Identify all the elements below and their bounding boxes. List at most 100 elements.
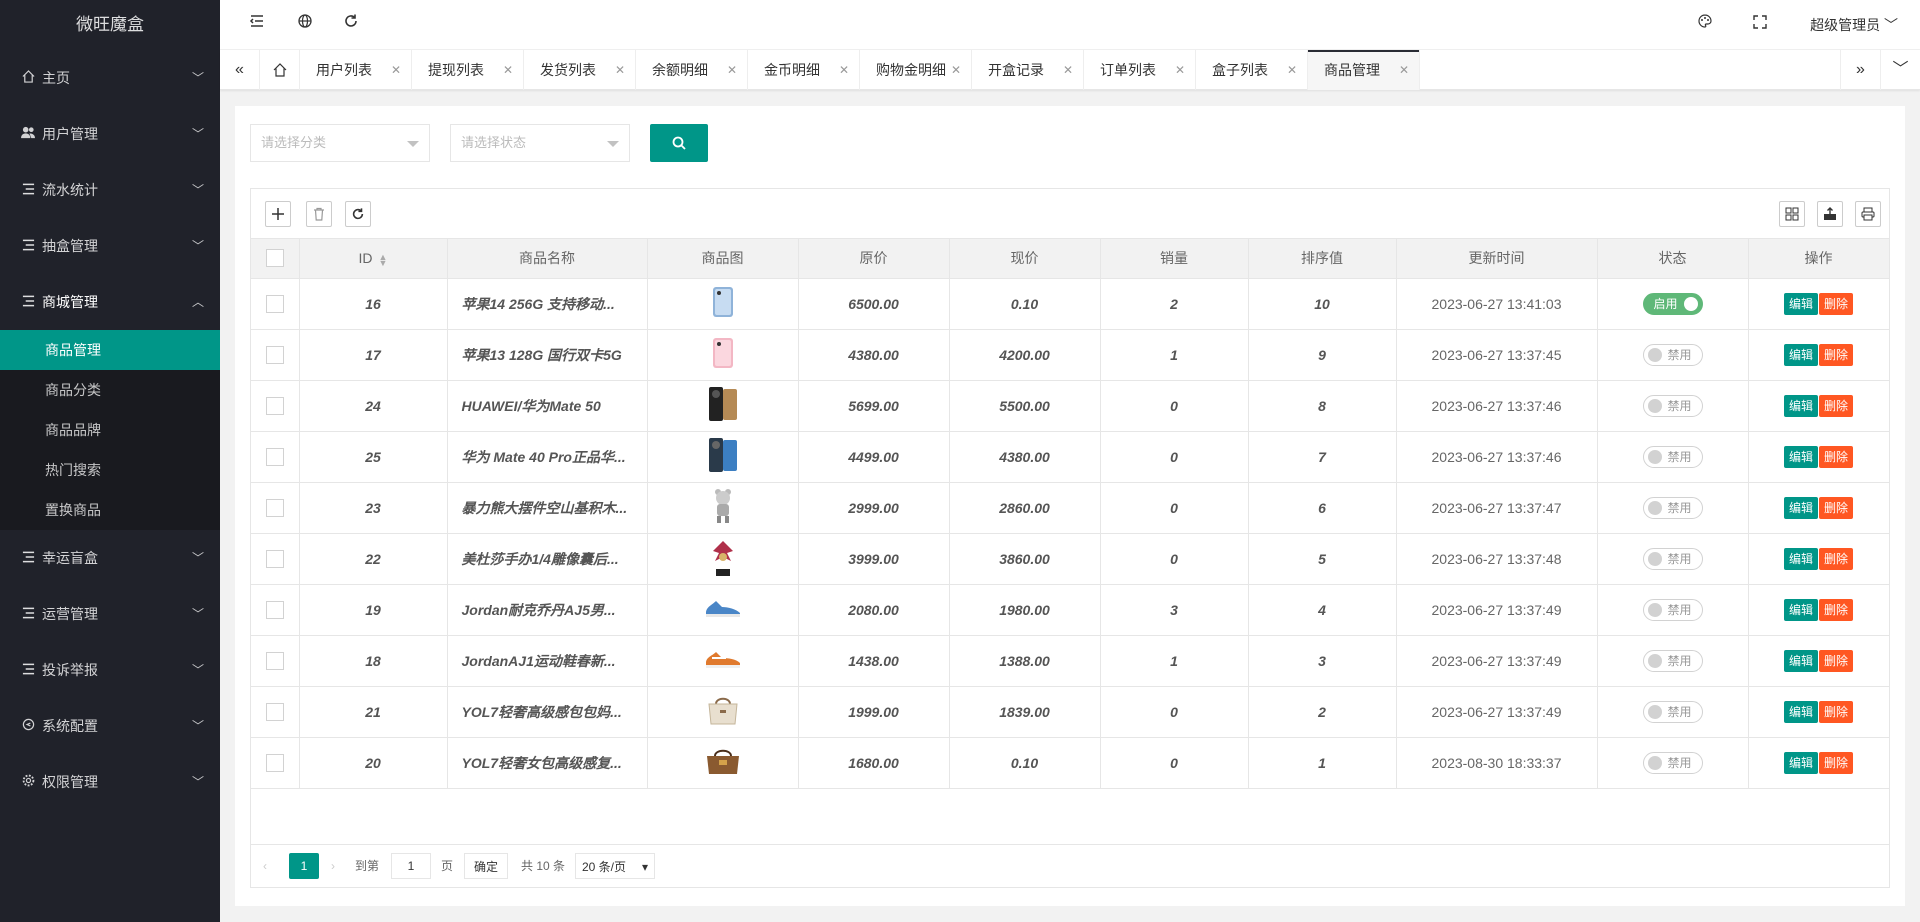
close-icon[interactable]: ✕ [1175, 50, 1185, 90]
close-icon[interactable]: ✕ [1399, 50, 1409, 90]
status-toggle[interactable]: 禁用 [1642, 343, 1703, 366]
edit-button[interactable]: 编辑 [1783, 547, 1818, 570]
reload-button[interactable] [345, 201, 371, 227]
columns-filter-button[interactable] [1779, 201, 1805, 227]
product-thumbnail[interactable] [704, 597, 742, 622]
delete-button[interactable]: 删除 [1819, 598, 1854, 621]
product-thumbnail[interactable] [708, 386, 738, 425]
tab-1[interactable]: 提现列表 ✕ [412, 50, 524, 90]
row-checkbox[interactable] [265, 447, 284, 466]
close-icon[interactable]: ✕ [839, 50, 849, 90]
edit-button[interactable]: 编辑 [1783, 598, 1818, 621]
row-checkbox[interactable] [265, 294, 284, 313]
column-header-id[interactable]: ID ▲ ▼ [299, 239, 448, 279]
product-thumbnail[interactable] [705, 694, 741, 729]
theme-palette-icon[interactable] [1685, 0, 1725, 50]
tab-9[interactable]: 商品管理 ✕ [1308, 50, 1420, 90]
row-checkbox[interactable] [265, 396, 284, 415]
delete-button[interactable]: 删除 [1819, 394, 1854, 417]
edit-button[interactable]: 编辑 [1783, 445, 1818, 468]
tab-0[interactable]: 用户列表 ✕ [300, 50, 412, 90]
tab-6[interactable]: 开盒记录 ✕ [972, 50, 1084, 90]
home-tab-icon[interactable] [260, 50, 300, 90]
status-toggle[interactable]: 禁用 [1642, 496, 1703, 519]
delete-button[interactable]: 删除 [1819, 343, 1854, 366]
status-toggle[interactable]: 禁用 [1642, 649, 1703, 672]
category-select[interactable]: 请选择分类 [250, 124, 430, 162]
sidebar-item-7[interactable]: 投诉举报 ﹀ [0, 642, 220, 698]
product-thumbnail[interactable] [712, 488, 734, 527]
status-toggle[interactable]: 启用 [1642, 292, 1703, 315]
tab-3[interactable]: 余额明细 ✕ [636, 50, 748, 90]
product-thumbnail[interactable] [712, 286, 734, 321]
tab-4[interactable]: 金币明细 ✕ [748, 50, 860, 90]
status-toggle[interactable]: 禁用 [1642, 394, 1703, 417]
product-thumbnail[interactable] [712, 337, 734, 372]
sidebar-subitem-4[interactable]: 置换商品 [0, 490, 220, 530]
row-checkbox[interactable] [265, 651, 284, 670]
row-checkbox[interactable] [265, 345, 284, 364]
close-icon[interactable]: ✕ [1287, 50, 1297, 90]
sidebar-item-3[interactable]: 抽盒管理 ﹀ [0, 218, 220, 274]
fullscreen-icon[interactable] [1740, 0, 1780, 50]
globe-icon[interactable] [285, 0, 325, 50]
tab-7[interactable]: 订单列表 ✕ [1084, 50, 1196, 90]
refresh-icon[interactable] [331, 0, 371, 50]
delete-button[interactable]: 删除 [1819, 292, 1854, 315]
sidebar-item-8[interactable]: 系统配置 ﹀ [0, 698, 220, 754]
sidebar-item-1[interactable]: 用户管理 ﹀ [0, 106, 220, 162]
sidebar-item-0[interactable]: 主页 ﹀ [0, 50, 220, 106]
sidebar-subitem-0[interactable]: 商品管理 [0, 330, 220, 370]
sidebar-subitem-2[interactable]: 商品品牌 [0, 410, 220, 450]
print-button[interactable] [1855, 201, 1881, 227]
close-icon[interactable]: ✕ [615, 50, 625, 90]
edit-button[interactable]: 编辑 [1783, 751, 1818, 774]
tabs-dropdown-icon[interactable]: ﹀ [1880, 50, 1920, 90]
add-button[interactable] [265, 201, 291, 227]
sidebar-subitem-3[interactable]: 热门搜索 [0, 450, 220, 490]
tab-8[interactable]: 盒子列表 ✕ [1196, 50, 1308, 90]
close-icon[interactable]: ✕ [391, 50, 401, 90]
menu-collapse-icon[interactable] [237, 0, 277, 50]
page-size-select[interactable]: 20 条/页 ▾ [575, 853, 655, 879]
row-checkbox[interactable] [265, 498, 284, 517]
sidebar-item-5[interactable]: 幸运盲盒 ﹀ [0, 530, 220, 586]
status-toggle[interactable]: 禁用 [1642, 445, 1703, 468]
page-1-button[interactable]: 1 [289, 853, 319, 879]
search-button[interactable] [650, 124, 708, 162]
next-page-icon[interactable]: › [331, 853, 335, 879]
product-thumbnail[interactable] [708, 537, 738, 580]
page-jump-input[interactable] [391, 853, 431, 879]
close-icon[interactable]: ✕ [727, 50, 737, 90]
delete-button[interactable]: 删除 [1819, 445, 1854, 468]
edit-button[interactable]: 编辑 [1783, 496, 1818, 519]
tab-2[interactable]: 发货列表 ✕ [524, 50, 636, 90]
row-checkbox[interactable] [265, 753, 284, 772]
delete-button[interactable]: 删除 [1819, 751, 1854, 774]
product-thumbnail[interactable] [708, 437, 738, 476]
status-select[interactable]: 请选择状态 [450, 124, 630, 162]
prev-page-icon[interactable]: ‹ [263, 853, 267, 879]
sidebar-item-6[interactable]: 运营管理 ﹀ [0, 586, 220, 642]
delete-button[interactable]: 删除 [1819, 649, 1854, 672]
tab-5[interactable]: 购物金明细 ✕ [860, 50, 972, 90]
close-icon[interactable]: ✕ [503, 50, 513, 90]
row-checkbox[interactable] [265, 549, 284, 568]
close-icon[interactable]: ✕ [951, 50, 961, 90]
export-button[interactable] [1817, 201, 1843, 227]
status-toggle[interactable]: 禁用 [1642, 751, 1703, 774]
sort-icon[interactable]: ▲ ▼ [379, 252, 388, 267]
user-menu[interactable]: 超级管理员 ﹀ [1810, 0, 1898, 50]
status-toggle[interactable]: 禁用 [1642, 598, 1703, 621]
edit-button[interactable]: 编辑 [1783, 649, 1818, 672]
status-toggle[interactable]: 禁用 [1642, 700, 1703, 723]
delete-button[interactable]: 删除 [1819, 700, 1854, 723]
edit-button[interactable]: 编辑 [1783, 700, 1818, 723]
edit-button[interactable]: 编辑 [1783, 343, 1818, 366]
row-checkbox[interactable] [265, 702, 284, 721]
close-icon[interactable]: ✕ [1063, 50, 1073, 90]
row-checkbox[interactable] [265, 600, 284, 619]
edit-button[interactable]: 编辑 [1783, 394, 1818, 417]
batch-delete-button[interactable] [306, 201, 332, 227]
delete-button[interactable]: 删除 [1819, 496, 1854, 519]
